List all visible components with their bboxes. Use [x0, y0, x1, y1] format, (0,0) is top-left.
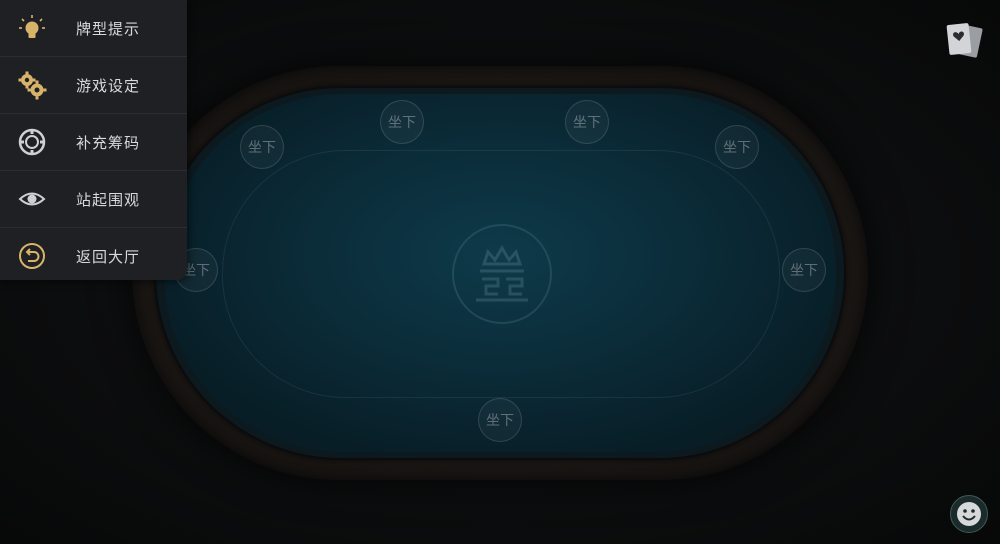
menu-item-game-settings[interactable]: 游戏设定 [0, 57, 187, 114]
seat-label: 坐下 [486, 413, 514, 429]
seat-1-sit-button[interactable]: 坐下 [380, 100, 424, 144]
smiley-icon [957, 502, 981, 526]
return-icon [16, 240, 48, 272]
menu-label: 牌型提示 [76, 19, 141, 38]
menu-item-hand-hints[interactable]: 牌型提示 [0, 0, 187, 57]
menu-item-return-lobby[interactable]: 返回大厅 [0, 228, 187, 284]
emoji-button[interactable] [950, 495, 988, 533]
seat-2-sit-button[interactable]: 坐下 [565, 100, 609, 144]
poker-chip-icon [16, 126, 48, 158]
menu-item-stand-watch[interactable]: 站起围观 [0, 171, 187, 228]
menu-label: 补充筹码 [76, 133, 141, 152]
lightbulb-icon [16, 12, 48, 44]
seat-3-sit-button[interactable]: 坐下 [240, 125, 284, 169]
seat-4-sit-button[interactable]: 坐下 [715, 125, 759, 169]
menu-label: 游戏设定 [76, 76, 141, 95]
seat-label: 坐下 [790, 263, 818, 279]
eye-icon [16, 183, 48, 215]
seat-label: 坐下 [573, 115, 601, 131]
seat-label: 坐下 [388, 115, 416, 131]
seat-label: 坐下 [248, 140, 276, 156]
table-emblem-icon [452, 224, 552, 324]
menu-item-add-chips[interactable]: 补充筹码 [0, 114, 187, 171]
playing-cards-icon [946, 23, 983, 58]
menu-label: 站起围观 [76, 190, 141, 209]
menu-label: 返回大厅 [76, 247, 141, 266]
seat-7-sit-button[interactable]: 坐下 [478, 398, 522, 442]
seat-label: 坐下 [723, 140, 751, 156]
playing-cards-button[interactable] [944, 20, 984, 64]
game-menu-panel: 牌型提示 游戏设定 补充筹码 站起围观 返回大厅 [0, 0, 187, 280]
seat-6-sit-button[interactable]: 坐下 [782, 248, 826, 292]
gears-icon [16, 69, 48, 101]
